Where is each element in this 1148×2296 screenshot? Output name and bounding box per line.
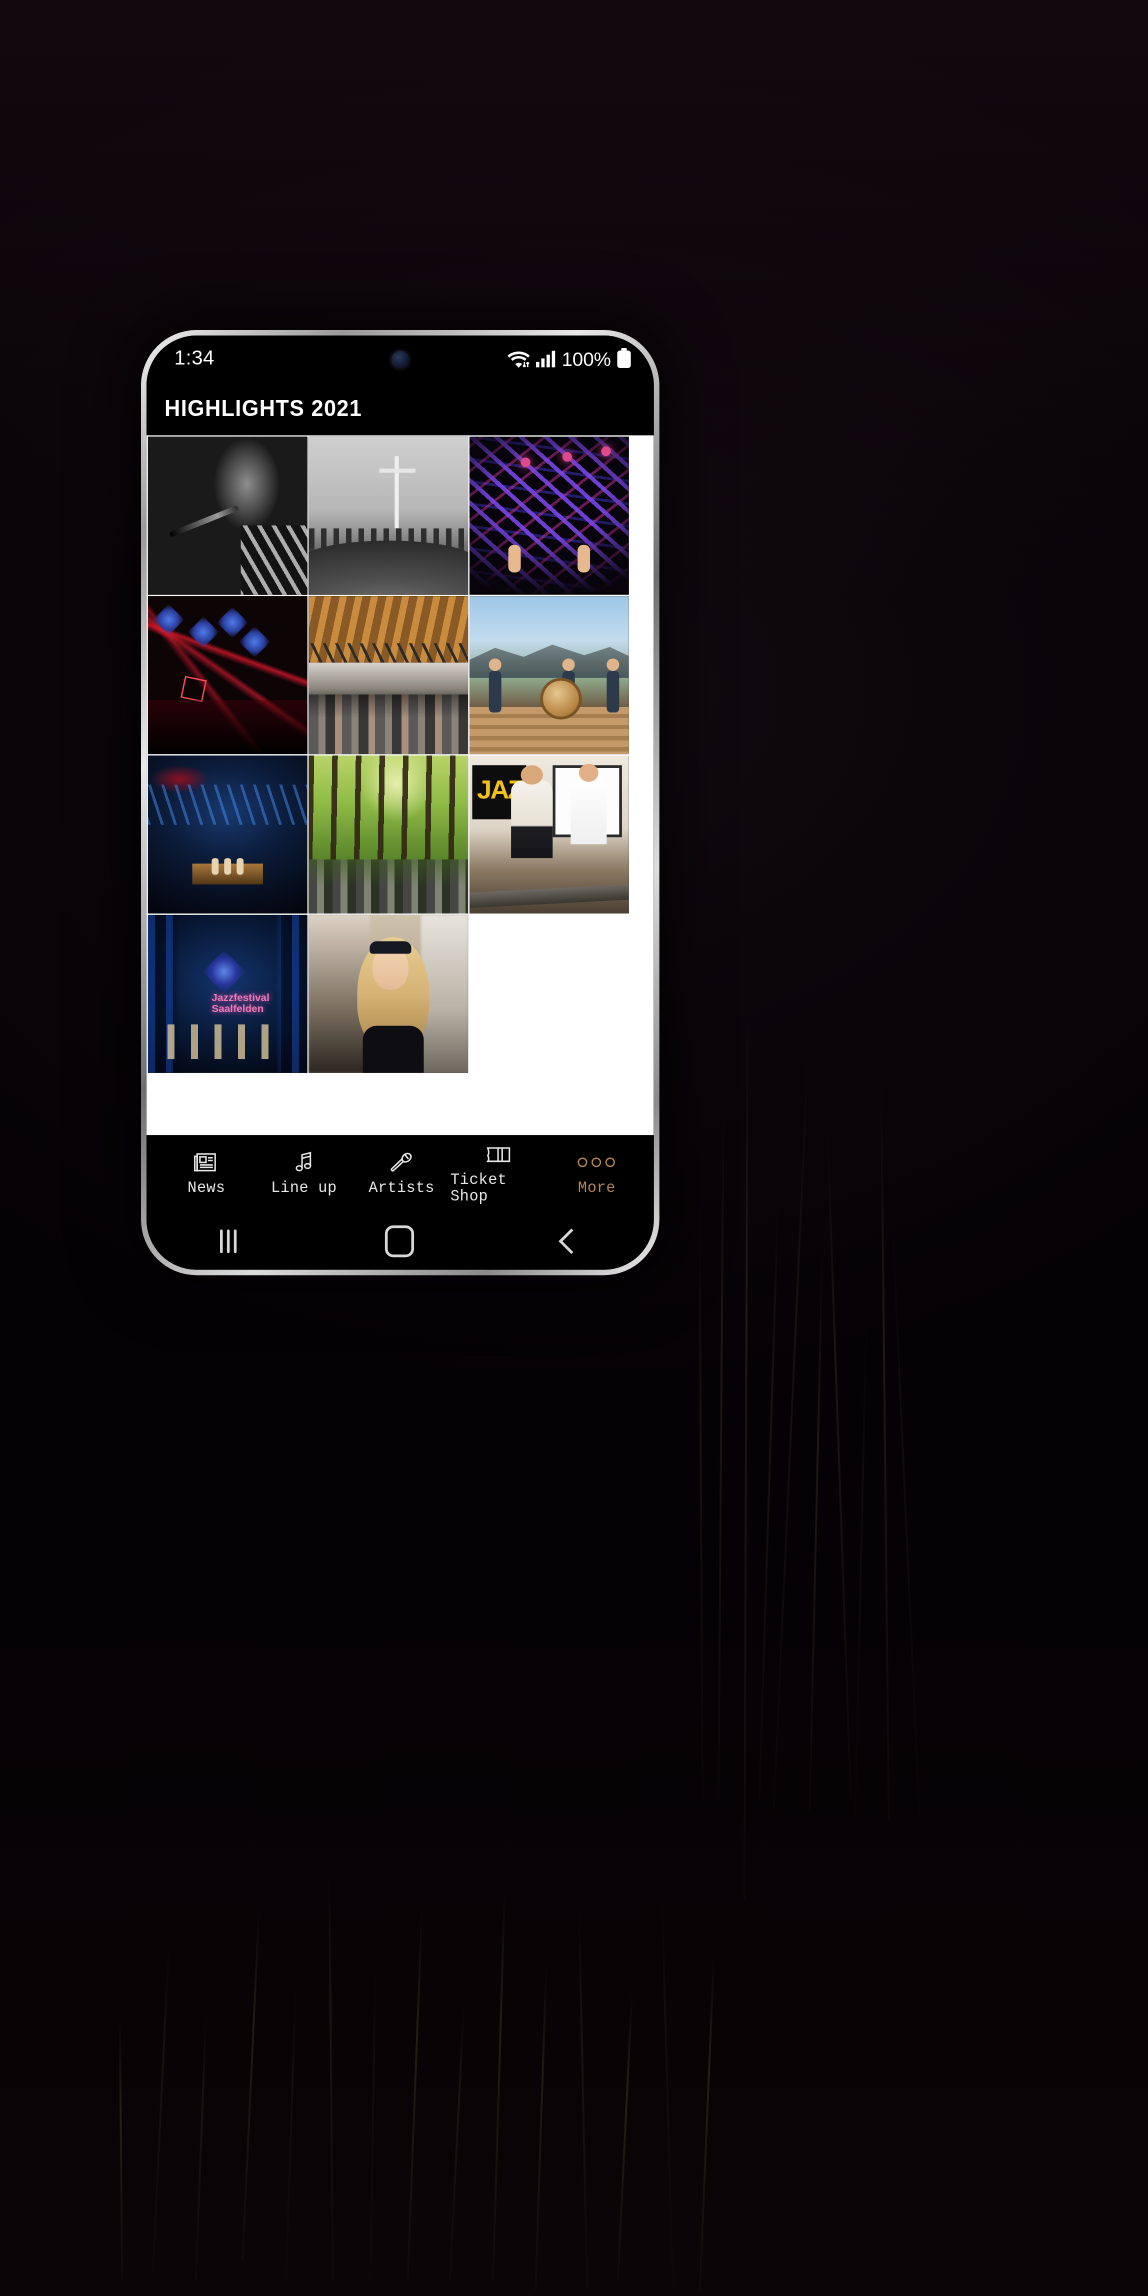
status-bar-clock: 1:34 [174,347,214,369]
tab-artists-label: Artists [369,1181,435,1198]
android-navigation-bar[interactable] [147,1211,654,1269]
tab-ticket-shop-label: Ticket Shop [450,1173,548,1206]
bottom-tab-bar[interactable]: News Line up Artists Ticket Shop More [147,1135,654,1211]
tab-news-label: News [188,1181,226,1198]
phone-device-frame: 1:34 100% HIGHLIGHTS 2021 JAZ Jazzfestiv… [141,330,659,1275]
gallery-item-photo-singer-bw[interactable] [148,437,307,595]
gallery-item-photo-mountain-deck-band[interactable] [469,596,628,754]
gallery-item-photo-blue-venue-stage[interactable] [148,756,307,914]
battery-percentage-label: 100% [562,347,611,369]
front-camera-punch-hole [391,351,409,369]
status-bar: 1:34 100% [147,336,654,382]
three-dots-icon [578,1151,615,1175]
tab-line-up[interactable]: Line up [255,1151,353,1198]
ticket-icon [485,1142,513,1166]
gallery-item-photo-blue-stage-trio[interactable]: Jazzfestival Saalfelden [148,915,307,1073]
highlights-photo-grid[interactable]: JAZ Jazzfestival Saalfelden [147,435,654,1135]
tab-news[interactable]: News [158,1151,256,1198]
gallery-item-photo-red-beams-club[interactable] [148,596,307,754]
tab-more-label: More [578,1181,616,1198]
gallery-item-photo-forest-concert[interactable] [309,756,468,914]
signal-bars-icon [535,349,556,367]
status-bar-icons: 100% [506,347,631,369]
page-title: HIGHLIGHTS 2021 [165,394,362,422]
tab-ticket-shop[interactable]: Ticket Shop [450,1142,548,1206]
microphone-icon [389,1151,414,1175]
gallery-item-photo-jazz-banner-people[interactable]: JAZ [469,756,628,914]
tab-line-up-label: Line up [271,1181,337,1198]
newspaper-icon [194,1151,219,1175]
app-header: HIGHLIGHTS 2021 [147,381,654,435]
gallery-item-photo-wooden-hall-crowd[interactable] [309,596,468,754]
music-note-icon [292,1151,316,1175]
battery-icon [616,348,631,369]
tab-more[interactable]: More [548,1151,646,1198]
gallery-item-photo-woman-bandana-crowd[interactable] [309,915,468,1073]
gallery-item-photo-summit-cross-crowd-bw[interactable] [309,437,468,595]
gallery-empty-slot [469,915,628,1073]
recents-icon[interactable] [220,1229,237,1253]
phone-screen: 1:34 100% HIGHLIGHTS 2021 JAZ Jazzfestiv… [147,336,654,1270]
back-icon[interactable] [558,1228,583,1253]
home-icon[interactable] [385,1225,414,1257]
jazzfestival-logo-text: Jazzfestival Saalfelden [212,992,308,1014]
wifi-icon [506,349,530,368]
gallery-item-photo-purple-stage-lights[interactable] [469,437,628,595]
tab-artists[interactable]: Artists [353,1151,451,1198]
